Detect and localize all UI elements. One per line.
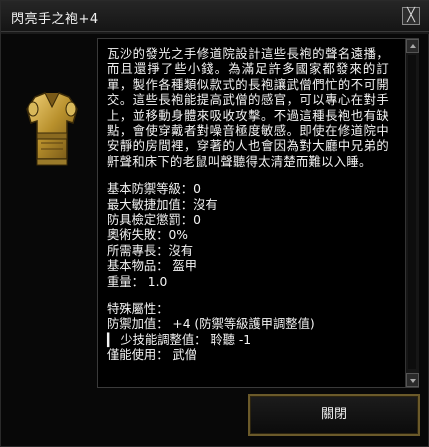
item-info-window: 閃亮手之袍+4 ╳ 瓦沙的發光之手修道院設計這些長袍的聲名遠播，而且還掙了些小錢… <box>0 0 429 447</box>
stat-weight: 重量： 1.0 <box>107 274 168 289</box>
item-description: 瓦沙的發光之手修道院設計這些長袍的聲名遠播，而且還掙了些小錢。為滿足許多國家都發… <box>107 47 389 169</box>
stat-base-item: 基本物品： 盔甲 <box>107 259 197 274</box>
item-stats: 基本防禦等級：0 最大敏捷加值：沒有 防具檢定懲罰：0 奧術失敗：0% 所需專長… <box>107 182 389 290</box>
stat-armor-check: 防具檢定懲罰：0 <box>107 213 201 228</box>
scroll-up-icon[interactable] <box>406 39 419 53</box>
window-title: 閃亮手之袍+4 <box>11 12 99 27</box>
scroll-track[interactable] <box>408 55 416 369</box>
property-skill-penalty: ▎ 少技能調整值： 聆聽 -1 <box>107 332 252 347</box>
item-details-text: 瓦沙的發光之手修道院設計這些長袍的聲名遠播，而且還掙了些小錢。為滿足許多國家都發… <box>107 47 389 364</box>
golden-robe-icon <box>23 89 81 169</box>
stat-arcane-failure: 奧術失敗：0% <box>107 228 188 243</box>
stat-base-ac: 基本防禦等級：0 <box>107 182 201 197</box>
title-bar[interactable]: 閃亮手之袍+4 ╳ <box>1 1 429 32</box>
item-details-panel[interactable]: 瓦沙的發光之手修道院設計這些長袍的聲名遠播，而且還掙了些小錢。為滿足許多國家都發… <box>97 38 419 388</box>
scrollbar[interactable] <box>405 39 419 387</box>
scroll-down-icon[interactable] <box>406 373 419 387</box>
stat-max-dex: 最大敏捷加值：沒有 <box>107 197 218 212</box>
title-divider <box>1 32 429 34</box>
stat-required-feat: 所需專長：沒有 <box>107 243 194 258</box>
close-icon[interactable]: ╳ <box>402 7 420 25</box>
properties-title: 特殊屬性： <box>107 301 169 316</box>
close-button[interactable]: 關閉 <box>248 394 420 436</box>
property-use-limit: 僅能使用： 武僧 <box>107 348 197 363</box>
property-ac-bonus: 防禦加值： +4 (防禦等級護甲調整值) <box>107 317 315 332</box>
